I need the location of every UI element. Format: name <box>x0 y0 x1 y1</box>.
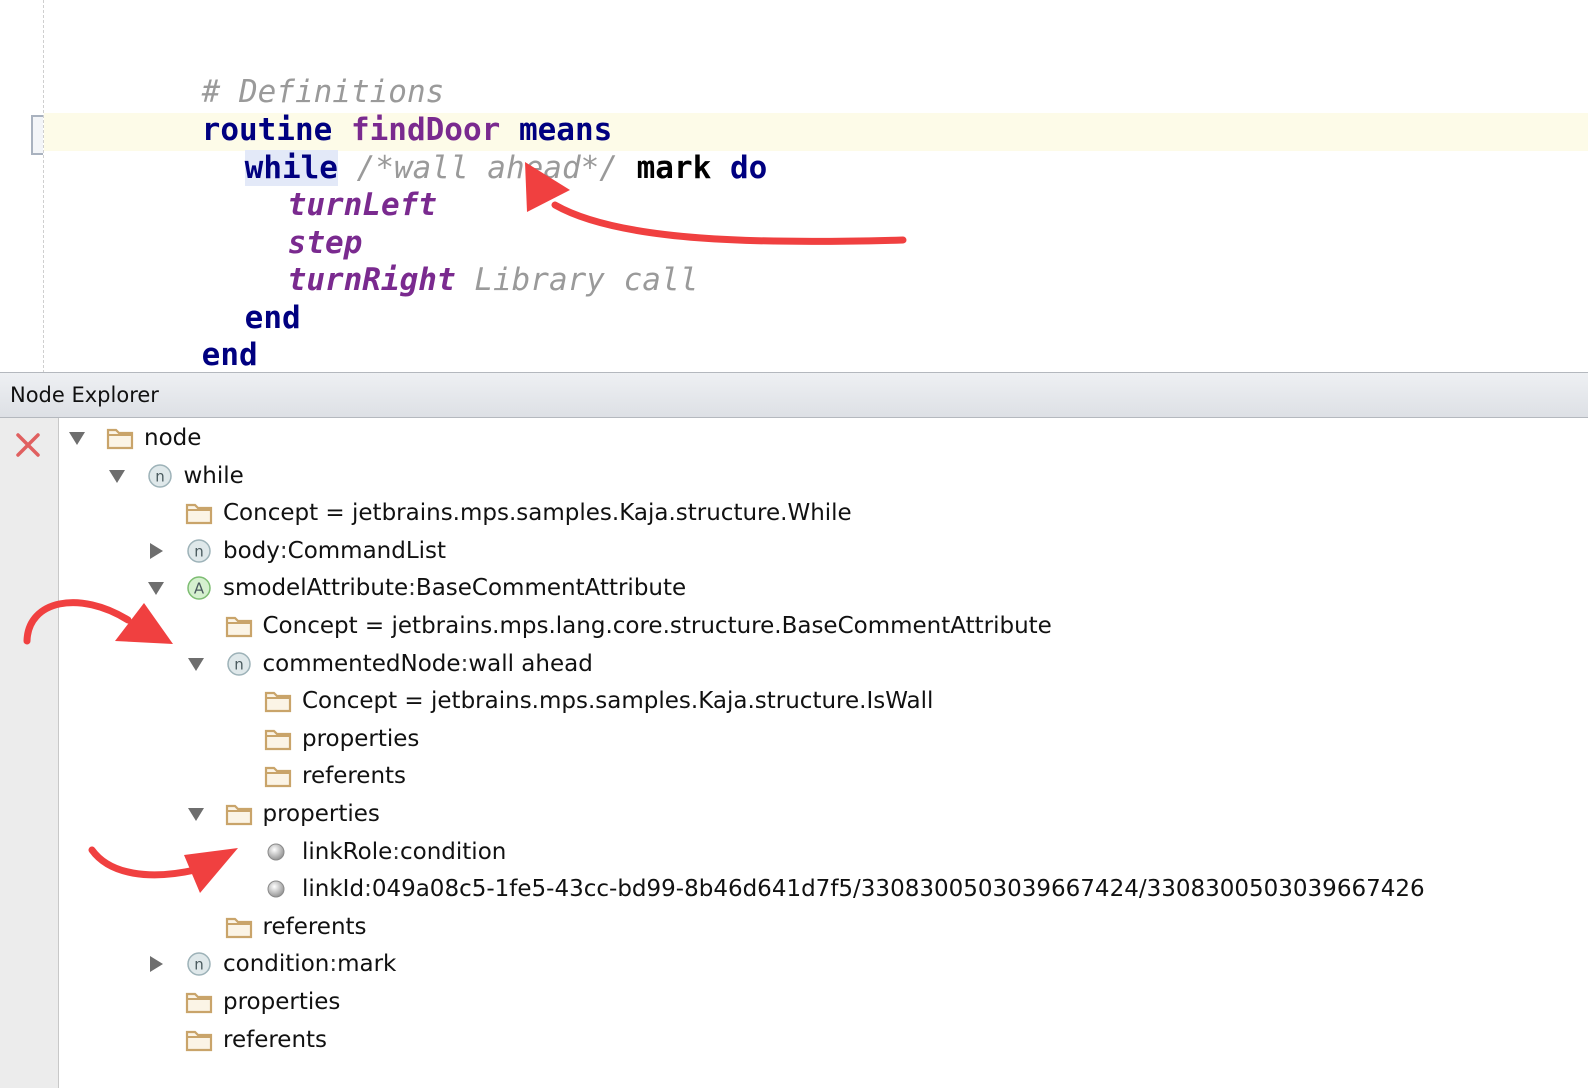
annotation-arrowhead-editor <box>525 162 570 212</box>
annotation-arrow-attribute <box>23 599 132 645</box>
annotation-arrow-editor <box>551 201 907 245</box>
annotation-arrowhead-properties <box>184 848 238 893</box>
annotation-arrowhead-attribute <box>115 603 173 644</box>
annotation-arrow-properties <box>88 846 199 879</box>
annotation-overlay <box>23 162 907 893</box>
